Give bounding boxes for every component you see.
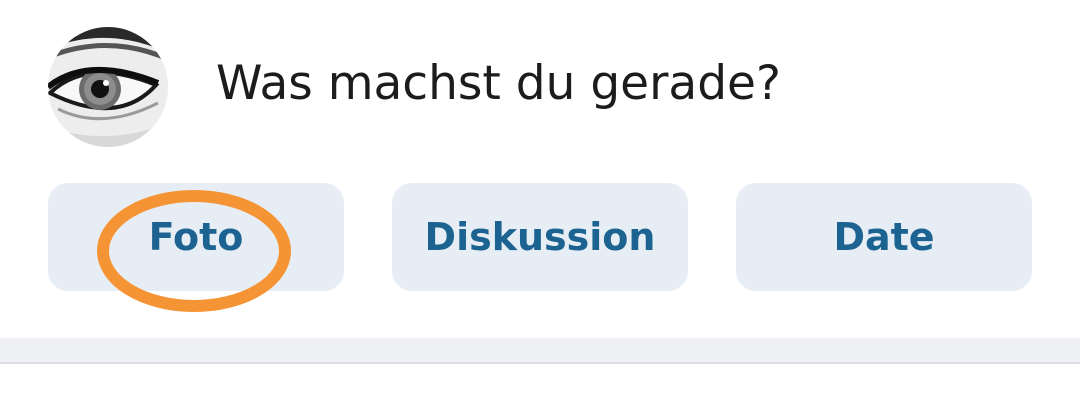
diskussion-button[interactable]: Diskussion bbox=[392, 183, 688, 291]
feed-area bbox=[0, 364, 1080, 400]
date-button[interactable]: Date bbox=[736, 183, 1032, 291]
composer-prompt[interactable]: Was machst du gerade? bbox=[216, 52, 781, 116]
date-button-label: Date bbox=[833, 215, 935, 259]
post-composer: Was machst du gerade? Foto Diskussion Da… bbox=[0, 0, 1080, 338]
section-divider bbox=[0, 338, 1080, 364]
diskussion-button-label: Diskussion bbox=[424, 215, 656, 259]
eye-photo-avatar-icon bbox=[48, 27, 168, 147]
avatar[interactable] bbox=[48, 27, 168, 147]
foto-button-label: Foto bbox=[148, 215, 244, 259]
foto-button[interactable]: Foto bbox=[48, 183, 344, 291]
